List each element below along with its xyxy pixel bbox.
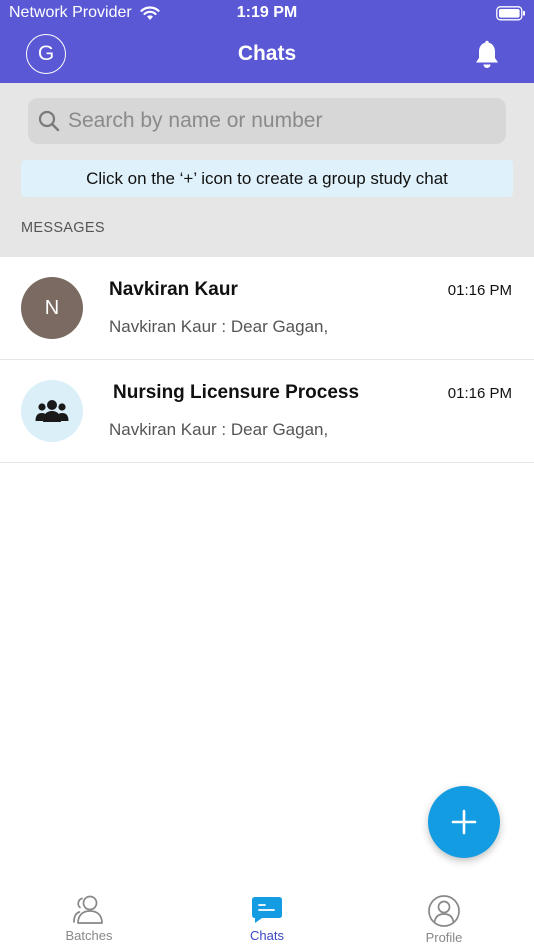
page-title: Chats [237,42,297,65]
search-icon [38,110,60,132]
tab-label: Batches [65,928,113,943]
chat-preview: Navkiran Kaur : Dear Gagan, [109,420,329,439]
app-header: Network Provider 1:19 PM G Chats [0,0,534,83]
tab-label: Profile [425,930,463,945]
status-bar: Network Provider 1:19 PM [0,0,534,28]
chat-time: 01:16 PM [447,282,512,299]
chat-list-item[interactable]: N Navkiran Kaur 01:16 PM Navkiran Kaur :… [0,257,534,360]
battery-icon [496,6,525,21]
group-chat-hint: Click on the ‘+’ icon to create a group … [21,160,513,197]
clock: 1:19 PM [236,4,298,21]
chat-preview: Navkiran Kaur : Dear Gagan, [109,317,329,336]
messages-section-label: MESSAGES [21,220,105,236]
bell-icon[interactable] [474,40,500,70]
tab-chats[interactable]: Chats [197,885,337,950]
new-chat-button[interactable] [428,786,500,858]
chat-name: Nursing Licensure Process [113,382,360,403]
batches-icon [73,895,103,924]
profile-icon [428,895,460,927]
chat-list: N Navkiran Kaur 01:16 PM Navkiran Kaur :… [0,257,534,463]
contact-avatar-letter: N [44,296,60,319]
chat-list-item[interactable]: Nursing Licensure Process 01:16 PM Navki… [0,360,534,463]
chat-name: Navkiran Kaur [109,279,238,300]
bottom-tab-bar: Batches Chats Profile [0,885,534,950]
tab-label: Chats [250,928,284,943]
search-section: Click on the ‘+’ icon to create a group … [0,83,534,257]
chat-time: 01:16 PM [447,385,512,402]
tab-batches[interactable]: Batches [19,885,159,950]
hint-text: Click on the ‘+’ icon to create a group … [86,168,448,188]
group-icon [35,400,69,422]
contact-avatar: N [21,277,83,339]
search-input[interactable] [68,98,498,144]
search-bar[interactable] [28,98,506,144]
chats-icon [252,897,282,923]
tab-profile[interactable]: Profile [374,885,514,950]
plus-icon [451,809,477,835]
group-avatar [21,380,83,442]
